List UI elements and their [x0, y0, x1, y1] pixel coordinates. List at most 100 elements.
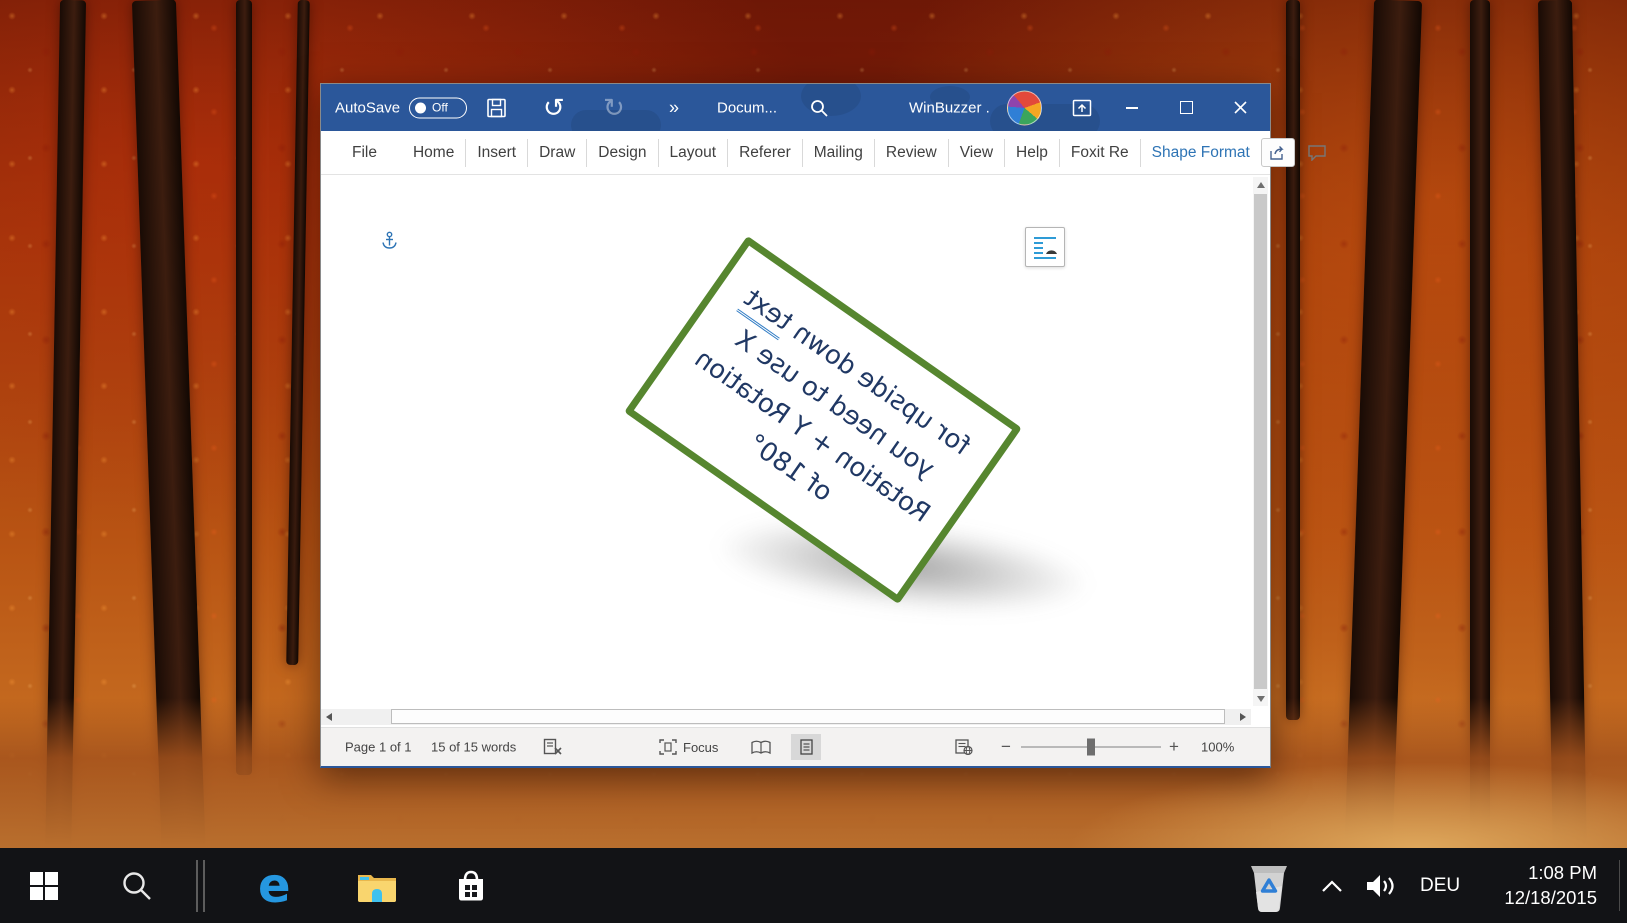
- avatar: [1007, 90, 1042, 125]
- windows-logo-icon: [30, 871, 58, 900]
- print-layout-button[interactable]: [791, 734, 821, 760]
- tab-insert[interactable]: Insert: [466, 138, 529, 167]
- redo-button[interactable]: ↻: [603, 92, 625, 123]
- minimize-icon: [1126, 106, 1138, 109]
- clock-date: 12/18/2015: [1504, 887, 1597, 909]
- zoom-in-button[interactable]: +: [1169, 737, 1179, 757]
- edge-icon: e: [258, 857, 291, 914]
- triangle-up-icon: [1256, 181, 1265, 188]
- tab-references[interactable]: Referer: [728, 138, 803, 167]
- recycle-bin-icon-item[interactable]: [1244, 858, 1294, 914]
- zoom-slider-handle[interactable]: [1087, 738, 1095, 756]
- store-taskbar-button[interactable]: [452, 867, 490, 905]
- print-layout-icon: [799, 739, 813, 755]
- focus-label: Focus: [683, 739, 719, 755]
- focus-icon: [659, 739, 677, 755]
- triangle-down-icon: [1256, 695, 1265, 702]
- save-icon: [487, 98, 506, 117]
- zoom-out-button[interactable]: −: [1001, 737, 1011, 757]
- recycle-bin-icon: [1251, 865, 1287, 912]
- scroll-up-button[interactable]: [1253, 177, 1268, 192]
- tab-view[interactable]: View: [949, 138, 1006, 167]
- autosave-toggle[interactable]: Off: [409, 97, 467, 118]
- spell-check-icon: [543, 738, 562, 755]
- anchor-icon: [382, 231, 397, 249]
- ribbon-display-options-button[interactable]: [1069, 95, 1095, 121]
- triangle-right-icon: [1240, 713, 1246, 721]
- account-avatar-button[interactable]: [1007, 90, 1042, 125]
- search-icon: [811, 99, 828, 117]
- store-icon: [459, 870, 483, 900]
- tab-design[interactable]: Design: [587, 138, 659, 167]
- taskbar-search-button[interactable]: [120, 869, 154, 903]
- ribbon-tab-bar: File Home Insert Draw Design Layout Refe…: [321, 131, 1326, 175]
- close-icon: [1233, 101, 1247, 114]
- chevron-more-icon: »: [669, 97, 680, 117]
- undo-button[interactable]: ↺: [543, 92, 565, 123]
- autosave-state: Off: [432, 100, 448, 115]
- ribbon-display-options-icon: [1072, 99, 1092, 116]
- autosave-label: AutoSave: [335, 99, 401, 116]
- tab-draw[interactable]: Draw: [528, 138, 588, 167]
- tray-expand-button[interactable]: [1320, 878, 1344, 894]
- edge-taskbar-button[interactable]: e: [258, 862, 291, 910]
- more-commands-button[interactable]: »: [669, 97, 679, 118]
- zoom-slider[interactable]: [1021, 738, 1161, 756]
- share-button[interactable]: [1260, 138, 1295, 167]
- save-button[interactable]: [486, 97, 507, 118]
- focus-mode-button[interactable]: Focus: [659, 739, 718, 755]
- web-layout-icon: [955, 739, 973, 755]
- search-icon: [123, 871, 151, 900]
- status-bar: Page 1 of 1 15 of 15 words Focus − + 100…: [321, 727, 1270, 766]
- zoom-level[interactable]: 100%: [1201, 740, 1234, 755]
- vertical-scroll-thumb[interactable]: [1254, 194, 1267, 689]
- tab-review[interactable]: Review: [875, 138, 949, 167]
- account-name[interactable]: WinBuzzer .: [909, 99, 990, 116]
- search-button[interactable]: [809, 98, 829, 118]
- layout-options-button[interactable]: [1025, 227, 1065, 267]
- tab-help[interactable]: Help: [1005, 138, 1060, 167]
- horizontal-scroll-thumb[interactable]: [391, 709, 1225, 724]
- maximize-button[interactable]: [1173, 95, 1199, 121]
- document-canvas[interactable]: for upside down text you need to use X R…: [321, 175, 1270, 727]
- clock-time: 1:08 PM: [1528, 861, 1597, 883]
- textbox-text: for upside down text you need to use X R…: [664, 276, 983, 564]
- close-button[interactable]: [1227, 95, 1253, 121]
- scroll-left-button[interactable]: [321, 709, 337, 725]
- zoom-slider-track[interactable]: [1021, 738, 1161, 756]
- triangle-left-icon: [326, 713, 332, 721]
- language-indicator[interactable]: DEU: [1420, 875, 1460, 897]
- scroll-right-button[interactable]: [1235, 709, 1251, 725]
- word-count[interactable]: 15 of 15 words: [431, 740, 516, 755]
- volume-icon: [1367, 874, 1394, 897]
- tab-shape-format[interactable]: Shape Format: [1141, 139, 1261, 167]
- tree-trunk: [1286, 0, 1300, 720]
- comments-icon[interactable]: [1307, 144, 1327, 161]
- file-explorer-taskbar-button[interactable]: [356, 869, 398, 903]
- tab-layout[interactable]: Layout: [659, 138, 729, 167]
- proofing-status-button[interactable]: [543, 738, 563, 756]
- anchor-indicator: [381, 231, 398, 255]
- start-button[interactable]: [28, 870, 60, 902]
- scroll-down-button[interactable]: [1253, 691, 1268, 706]
- separator-line: [203, 859, 205, 912]
- horizontal-scrollbar[interactable]: [321, 709, 1251, 725]
- chevron-up-icon: [1322, 879, 1342, 892]
- tab-home[interactable]: Home: [402, 138, 467, 167]
- volume-button[interactable]: [1364, 873, 1396, 899]
- share-icon: [1270, 145, 1284, 160]
- tab-mailings[interactable]: Mailing: [803, 138, 875, 167]
- show-desktop-divider[interactable]: [1619, 860, 1620, 911]
- redo-icon: ↻: [603, 92, 625, 122]
- document-title: Docum...: [717, 99, 778, 116]
- minimize-button[interactable]: [1119, 95, 1145, 121]
- read-mode-button[interactable]: [746, 734, 776, 760]
- web-layout-button[interactable]: [949, 734, 979, 760]
- tree-trunk: [236, 0, 252, 776]
- tab-file[interactable]: File: [341, 139, 388, 167]
- clock[interactable]: 1:08 PM 12/18/2015: [1504, 860, 1597, 912]
- vertical-scrollbar[interactable]: [1253, 177, 1268, 706]
- tab-foxit[interactable]: Foxit Re: [1060, 138, 1141, 167]
- undo-icon: ↺: [543, 92, 565, 122]
- page-indicator[interactable]: Page 1 of 1: [345, 740, 412, 755]
